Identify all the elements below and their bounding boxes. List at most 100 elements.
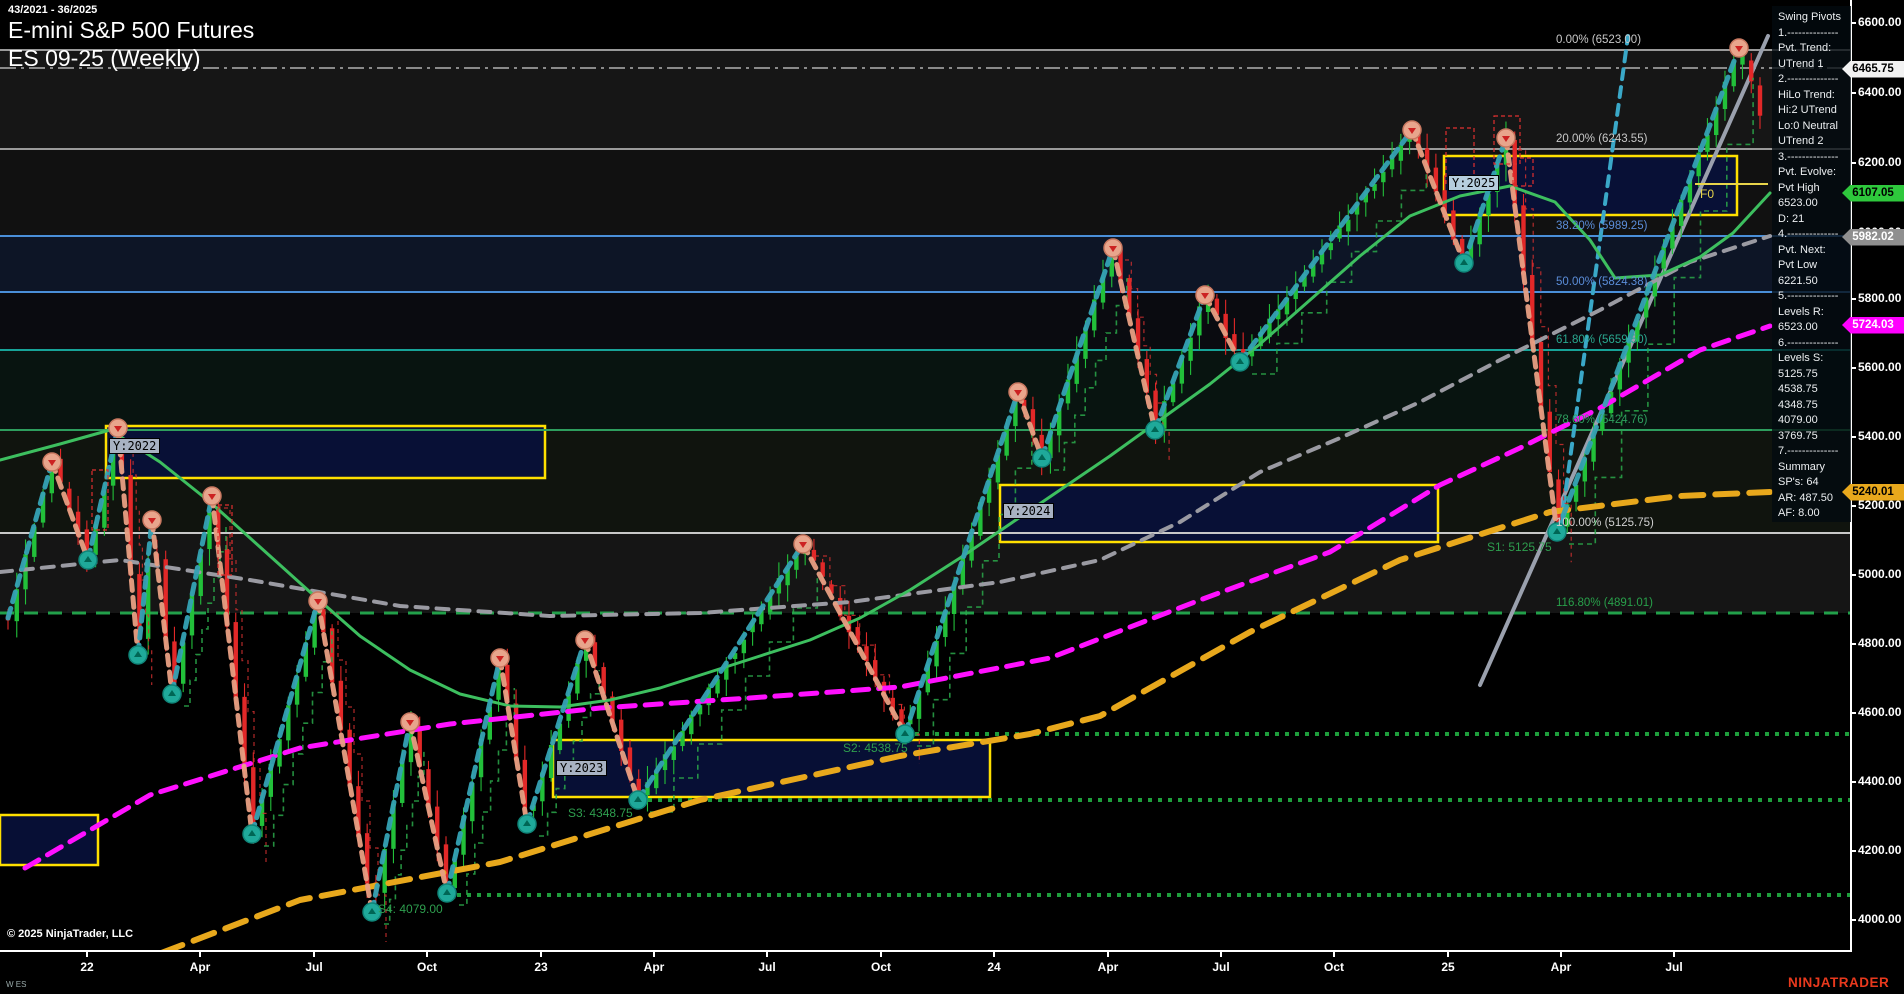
candle-body [1591,436,1596,462]
time-axis-tick [993,950,995,957]
time-axis-tick [426,950,428,957]
year-open-box [551,738,992,799]
price-axis-label: 6400.00 [1858,85,1902,99]
price-marker-badge: 6465.75 [1842,60,1904,78]
fib-level-label: 38.20% (5989.25) [1556,220,1648,232]
ninjatrader-chart-window: 43/2021 - 36/2025 E-mini S&P 500 Futures… [0,0,1904,994]
support-level-label: S1: 5125.75 [1487,540,1552,554]
price-axis-tick [1850,781,1856,783]
time-axis-label: Jul [1212,960,1230,974]
price-axis-label: 5800.00 [1858,291,1902,305]
support-level-label: S4: 4079.00 [378,902,443,916]
price-axis-label: 5600.00 [1858,360,1902,374]
price-axis-label: 4000.00 [1858,912,1902,926]
swing-zigzag-line [249,598,321,837]
price-axis-label: 5000.00 [1858,567,1902,581]
swing-zigzag-line [497,655,530,827]
time-axis-tick [313,950,315,957]
price-axis-label: 6200.00 [1858,155,1902,169]
fib-level-label: 116.80% (4891.01) [1556,597,1653,609]
price-axis-tick [1850,643,1856,645]
candle-body [1477,214,1482,245]
time-axis-label: Apr [1097,960,1119,974]
time-axis-label: 23 [534,960,548,974]
fib-level-label: 0.00% (6523.00) [1556,34,1642,46]
fib-level-label: 78.60% (5424.76) [1556,414,1648,426]
price-axis-label: 4600.00 [1858,705,1902,719]
time-axis-tick [540,950,542,957]
support-level-label: S2: 4538.75 [843,741,908,755]
swing-zigzag-line [407,719,450,896]
year-box-label: Y:2024 [1003,503,1055,519]
time-axis-label: Oct [870,960,892,974]
support-level-label: S3: 4348.75 [568,806,633,820]
price-axis-tick [1850,919,1856,921]
time-axis-tick [1673,950,1675,957]
time-axis[interactable] [0,950,1852,952]
price-axis-label: 4200.00 [1858,843,1902,857]
time-axis-tick [1107,950,1109,957]
swing-pivots-panel: Swing Pivots 1.-------------- Pvt. Trend… [1772,6,1851,522]
fib-level-label: 61.80% (5659.50) [1556,334,1648,346]
time-axis-label: Apr [643,960,665,974]
price-axis-label: 4800.00 [1858,636,1902,650]
candle-body [426,769,431,807]
candle-body [654,771,659,789]
year-box-label: Y:2022 [109,438,161,454]
time-axis-label: 24 [987,960,1001,974]
price-axis-label: 6600.00 [1858,15,1902,29]
time-axis-label: Jul [1665,960,1683,974]
price-axis-tick [1850,574,1856,576]
instrument-tag: W ES [6,980,27,989]
price-marker-badge: 5724.03 [1842,316,1904,334]
price-marker-badge: 5240.01 [1842,483,1904,501]
time-axis-label: 22 [80,960,94,974]
chart-title: E-mini S&P 500 Futures [8,17,255,43]
swing-zigzag-line [315,598,375,915]
candle-body [689,714,694,735]
time-axis-label: Apr [189,960,211,974]
time-axis-label: Jul [758,960,776,974]
time-axis-label: Oct [416,960,438,974]
time-axis-tick [653,950,655,957]
copyright-text: © 2025 NinjaTrader, LLC [7,928,134,940]
time-axis-tick [86,950,88,957]
candle-body [1127,278,1132,317]
year-box-label: Y:2023 [556,760,608,776]
chart-subtitle: ES 09-25 (Weekly) [8,45,201,71]
price-axis-tick [1850,712,1856,714]
candle-body [181,642,186,684]
candle-body [1083,327,1088,359]
time-axis-tick [1560,950,1562,957]
f0-annotation-label: F0 [1700,187,1715,201]
time-axis-tick [1220,950,1222,957]
price-axis-label: 4400.00 [1858,774,1902,788]
price-marker-badge: 6107.05 [1842,184,1904,202]
time-axis-tick [766,950,768,957]
fib-level-label: 50.00% (5824.38) [1556,276,1648,288]
candle-body [1381,171,1386,183]
fib-level-label: 100.00% (5125.75) [1556,517,1654,529]
chart-range-label: 43/2021 - 36/2025 [8,4,98,16]
price-axis-label: 5400.00 [1858,429,1902,443]
candle-body [1573,484,1579,502]
time-axis-tick [880,950,882,957]
time-axis-label: Apr [1550,960,1572,974]
year-box-label: Y:2025 [1448,175,1500,191]
candle-body [1705,135,1710,152]
time-axis-tick [1447,950,1449,957]
time-axis-label: 25 [1441,960,1455,974]
year-open-box [0,813,100,867]
price-marker-badge: 5982.02 [1842,228,1904,246]
candle-body [1757,85,1763,116]
time-axis-tick [199,950,201,957]
candle-body [1398,144,1404,161]
time-axis-label: Jul [305,960,323,974]
time-axis-tick [1333,950,1335,957]
candle-body [1170,383,1176,403]
fib-level-label: 20.00% (6243.55) [1556,133,1648,145]
ninjatrader-logo: NINJATRADER [1788,975,1890,990]
swing-zigzag-line [444,655,503,896]
candle-body [566,694,571,721]
time-axis-label: Oct [1323,960,1345,974]
